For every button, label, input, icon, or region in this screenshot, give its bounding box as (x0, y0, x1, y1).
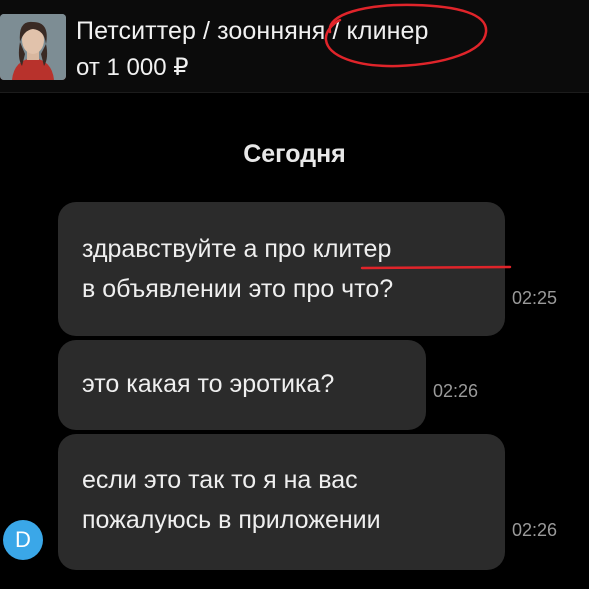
person-photo-icon (0, 14, 66, 80)
listing-price: от 1 000 ₽ (76, 54, 189, 81)
message-bubble[interactable]: это какая то эротика? (58, 340, 426, 430)
message-line: в объявлении это про что? (82, 275, 394, 303)
message-time: 02:26 (433, 381, 479, 401)
message-line: здравствуйте а про клитер (82, 235, 392, 263)
sender-avatar[interactable]: D (3, 520, 43, 560)
message-time: 02:25 (512, 288, 558, 308)
message-bubble[interactable]: если это так то я на вас пожалуюсь в при… (58, 434, 505, 570)
chat-screen: Петситтер / зоонняня / клинер от 1 000 ₽… (0, 0, 589, 589)
chat-header[interactable]: Петситтер / зоонняня / клинер от 1 000 ₽ (0, 0, 589, 93)
message-bubble[interactable]: здравствуйте а про клитер в объявлении э… (58, 202, 505, 336)
date-separator: Сегодня (243, 140, 346, 168)
message-line: если это так то я на вас (82, 466, 358, 494)
message-time: 02:26 (512, 520, 558, 540)
listing-title[interactable]: Петситтер / зоонняня / клинер (76, 16, 429, 46)
listing-thumbnail[interactable] (0, 14, 66, 80)
message-line: это какая то эротика? (82, 370, 335, 398)
message-line: пожалуюсь в приложении (82, 506, 381, 534)
